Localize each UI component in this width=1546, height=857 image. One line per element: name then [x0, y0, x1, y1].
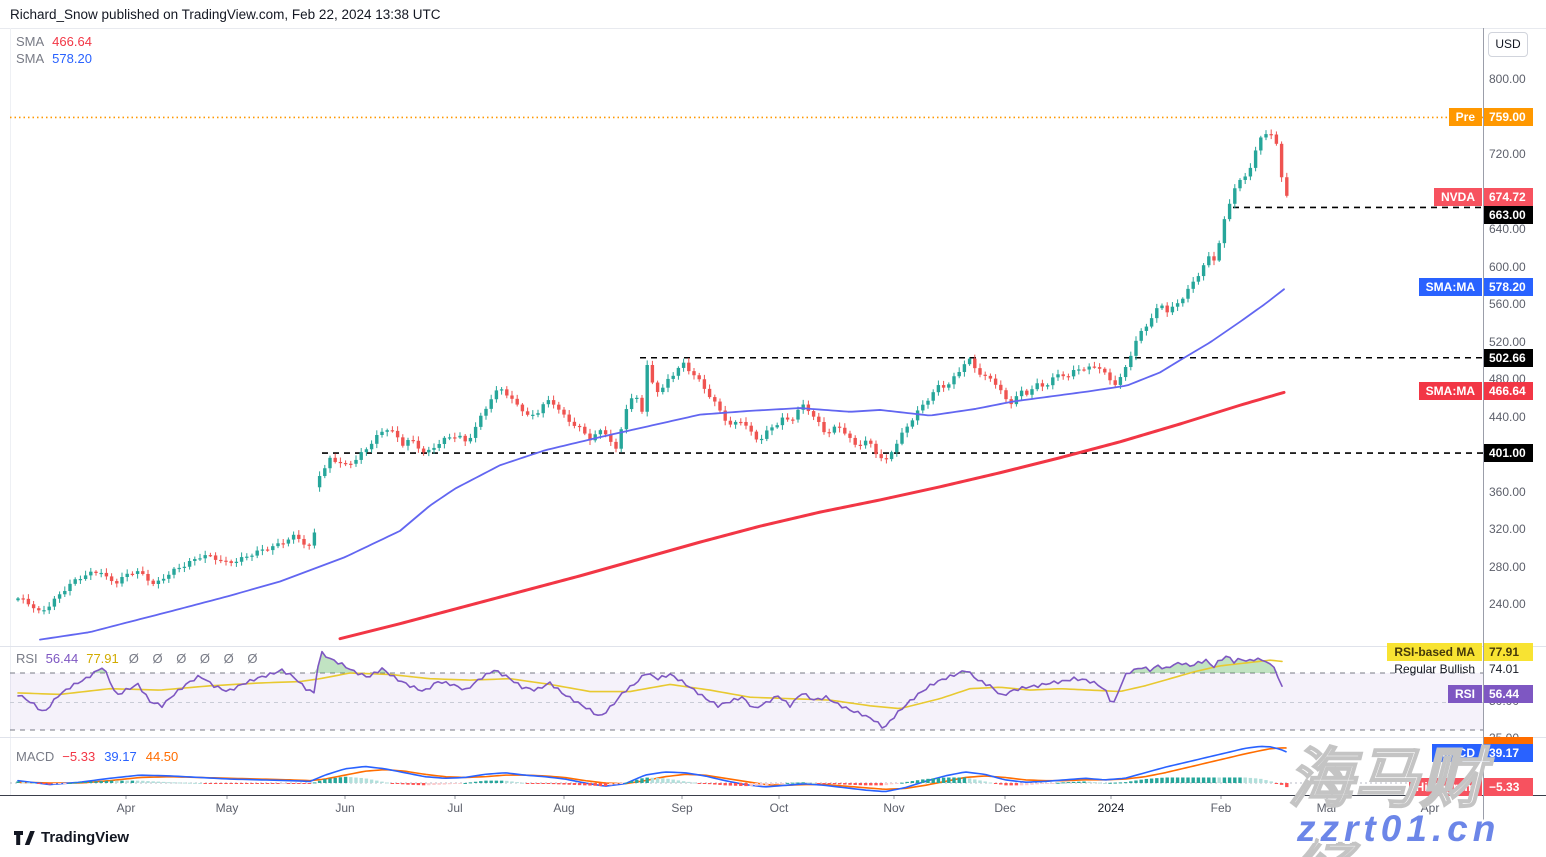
price-axis-label: 280.00 [1489, 560, 1545, 574]
macd-tag: 39.17 [1484, 744, 1533, 762]
tradingview-chart-page: Richard_Snow published on TradingView.co… [0, 0, 1546, 857]
sma200-tag: 466.64 [1484, 382, 1533, 400]
price-axis-label: 440.00 [1489, 410, 1545, 424]
time-axis-label: Nov [883, 801, 904, 815]
sma-50-line [40, 289, 1284, 639]
level-502-tag: 502.66 [1484, 349, 1533, 367]
time-axis-label: Sep [671, 801, 692, 815]
sma50-tag-label: SMA:MA [1419, 278, 1482, 296]
price-axis-label: 520.00 [1489, 335, 1545, 349]
rsi-divergence-tag: 74.01 [1484, 660, 1533, 678]
time-axis-ticks [126, 796, 1430, 799]
sma-label: SMA [16, 34, 44, 49]
time-axis-label: 2024 [1098, 801, 1125, 815]
time-axis-label: Apr [117, 801, 136, 815]
sma200-tag-label: SMA:MA [1419, 382, 1482, 400]
level-401-tag: 401.00 [1484, 444, 1533, 462]
nvda-last-price-tag-label: NVDA [1434, 188, 1482, 206]
rsi-tag-label: RSI [1448, 685, 1482, 703]
time-axis-label: Feb [1211, 801, 1232, 815]
price-axis-label: 320.00 [1489, 522, 1545, 536]
time-axis-label: Oct [770, 801, 789, 815]
candlestick-series [16, 129, 1288, 614]
nvda-last-price-tag: 674.72 [1484, 188, 1533, 206]
time-axis-label: Dec [994, 801, 1015, 815]
price-axis-label: 600.00 [1489, 260, 1545, 274]
rsi-value: 56.44 [46, 651, 79, 666]
time-axis-label: Mar [1317, 801, 1338, 815]
macd-line-value: 39.17 [104, 749, 137, 764]
price-axis-label: 560.00 [1489, 297, 1545, 311]
rsi-label: RSI [16, 651, 38, 666]
tradingview-logo-icon [14, 831, 35, 845]
sma200-legend: SMA 466.64 [16, 34, 92, 49]
price-axis-label: 240.00 [1489, 597, 1545, 611]
macd-line [18, 746, 1286, 791]
macd-label: MACD [16, 749, 54, 764]
macd-tag-label: MACD [1432, 744, 1482, 762]
price-axis-label: 360.00 [1489, 485, 1545, 499]
rsi-ma-tag: 77.91 [1484, 643, 1533, 661]
rsi-legend: RSI 56.44 77.91 Ø Ø Ø Ø Ø Ø [16, 651, 263, 666]
rsi-tag: 56.44 [1484, 685, 1533, 703]
sma-200-line [340, 392, 1284, 638]
macd-legend: MACD −5.33 39.17 44.50 [16, 749, 178, 764]
rsi-ma-value: 77.91 [86, 651, 119, 666]
rsi-ma-tag-label: RSI-based MA [1387, 643, 1482, 661]
sma-label: SMA [16, 51, 44, 66]
premarket-tag: 759.00 [1484, 108, 1533, 126]
tradingview-logo[interactable]: TradingView [14, 829, 129, 846]
rsi-divergence-tag-label: Regular Bullish [1387, 660, 1482, 678]
chart-canvas [0, 0, 1546, 857]
time-axis-label: Jul [447, 801, 462, 815]
time-axis-label: Aug [553, 801, 574, 815]
currency-unit-button[interactable]: USD [1488, 32, 1528, 57]
rsi-empty-inputs: Ø Ø Ø Ø Ø Ø [129, 651, 263, 666]
sma50-tag: 578.20 [1484, 278, 1533, 296]
macd-histogram-value: −5.33 [62, 749, 95, 764]
macd-histogram-tag: −5.33 [1484, 778, 1533, 796]
premarket-tag-label: Pre [1449, 108, 1482, 126]
time-axis-label: Jun [335, 801, 354, 815]
sma50-legend: SMA 578.20 [16, 51, 92, 66]
macd-histogram-tag-label: Histogram [1409, 778, 1482, 796]
price-axis-label: 640.00 [1489, 222, 1545, 236]
level-663-tag: 663.00 [1484, 206, 1533, 224]
time-axis-label: May [216, 801, 239, 815]
price-level-lines [10, 117, 1483, 453]
sma50-value: 578.20 [52, 51, 92, 66]
publish-header: Richard_Snow published on TradingView.co… [10, 7, 441, 22]
time-axis-label: Apr [1421, 801, 1440, 815]
price-axis-label: 720.00 [1489, 147, 1545, 161]
tradingview-logo-text: TradingView [41, 829, 129, 846]
price-axis-label: 800.00 [1489, 72, 1545, 86]
macd-signal-value: 44.50 [146, 749, 179, 764]
sma200-value: 466.64 [52, 34, 92, 49]
